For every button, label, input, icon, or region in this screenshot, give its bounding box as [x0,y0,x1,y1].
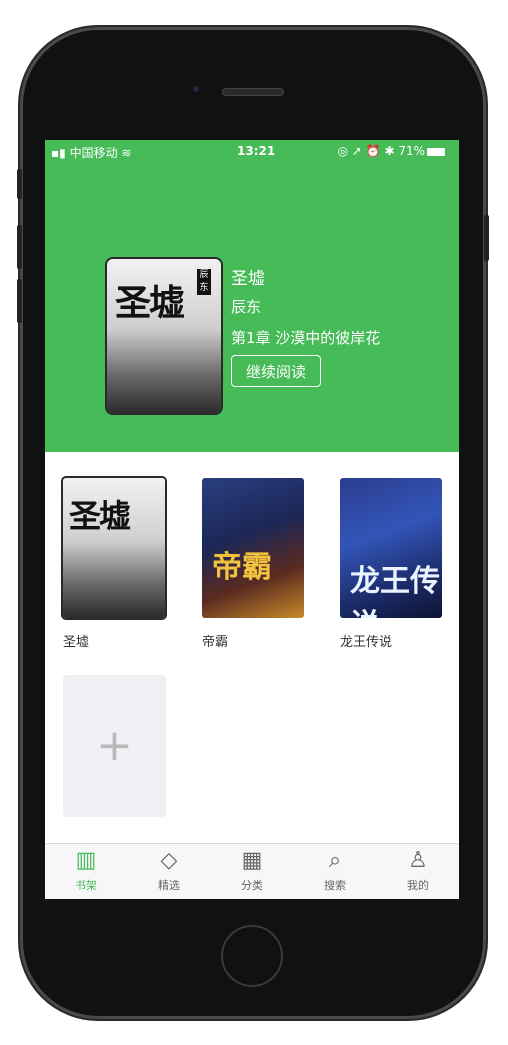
book-title: 龙王传说 [340,635,393,650]
tab-label: 搜索 [324,879,346,892]
person-icon: ♙ [408,848,428,873]
carrier-label: ▪▮ 中国移动 ≋ [51,146,132,160]
power-button [484,215,489,261]
diamond-icon: ◇ [160,848,178,873]
reading-header: ▪▮ 中国移动 ≋ 13:21 ◎ ➚ ⏰ ✱ 71% 圣墟 辰东 圣墟 辰东 … [45,140,459,452]
tab-profile[interactable]: ♙ 我的 [377,844,459,899]
book-cover[interactable]: 帝霸 [202,478,304,618]
cover-author-tag: 辰东 [197,269,211,295]
current-book-author: 辰东 [231,298,262,316]
book-title: 圣墟 [63,635,90,650]
front-camera [193,86,199,92]
book-title: 帝霸 [202,635,229,650]
battery-percent: 71% [398,144,425,158]
status-icons: ◎ ➚ ⏰ ✱ [337,144,399,158]
signal-icon: ▪▮ [51,146,70,160]
bottom-tab-bar: ▥ 书架 ◇ 精选 ▦ 分类 ⌕ 搜索 ♙ 我的 [45,843,459,899]
continue-reading-button[interactable]: 继续阅读 [231,355,321,387]
status-time: 13:21 [237,144,276,158]
wifi-icon: ≋ [121,146,132,160]
book-item[interactable]: 圣墟 圣墟 [63,478,165,650]
battery-icon [427,147,445,156]
search-icon: ⌕ [328,848,342,873]
tab-label: 我的 [407,879,429,892]
mute-switch [17,169,22,199]
add-book-button[interactable]: + [63,675,166,817]
tab-bookshelf[interactable]: ▥ 书架 [45,844,127,899]
tab-label: 书架 [75,879,97,892]
plus-icon: + [96,720,133,771]
book-cover[interactable]: 圣墟 [63,478,165,618]
tab-search[interactable]: ⌕ 搜索 [294,844,376,899]
tab-categories[interactable]: ▦ 分类 [211,844,293,899]
volume-down-button [17,279,22,323]
current-book-title: 圣墟 [231,269,265,289]
cover-title-art: 圣墟 [115,282,185,324]
book-item[interactable]: 龙王传说 龙王传说 [340,478,442,650]
tab-label: 精选 [158,879,180,892]
app-screen: ▪▮ 中国移动 ≋ 13:21 ◎ ➚ ⏰ ✱ 71% 圣墟 辰东 圣墟 辰东 … [45,140,459,899]
book-cover[interactable]: 龙王传说 [340,478,442,618]
volume-up-button [17,225,22,269]
cover-title-art: 圣墟 [69,497,131,535]
home-button[interactable] [221,925,283,987]
tab-featured[interactable]: ◇ 精选 [128,844,210,899]
current-chapter: 第1章 沙漠中的彼岸花 [231,329,381,347]
book-item[interactable]: 帝霸 帝霸 [202,478,304,650]
bookshelf-icon: ▥ [75,848,97,873]
status-right: ◎ ➚ ⏰ ✱ 71% [338,144,445,158]
earpiece-speaker [222,88,284,96]
tab-label: 分类 [241,879,263,892]
status-bar: ▪▮ 中国移动 ≋ 13:21 ◎ ➚ ⏰ ✱ 71% [45,140,459,164]
cover-title-art: 帝霸 [212,550,272,585]
grid-icon: ▦ [241,848,263,873]
current-book-cover[interactable]: 圣墟 辰东 [107,259,221,413]
cover-title-art: 龙王传说 [350,564,440,618]
